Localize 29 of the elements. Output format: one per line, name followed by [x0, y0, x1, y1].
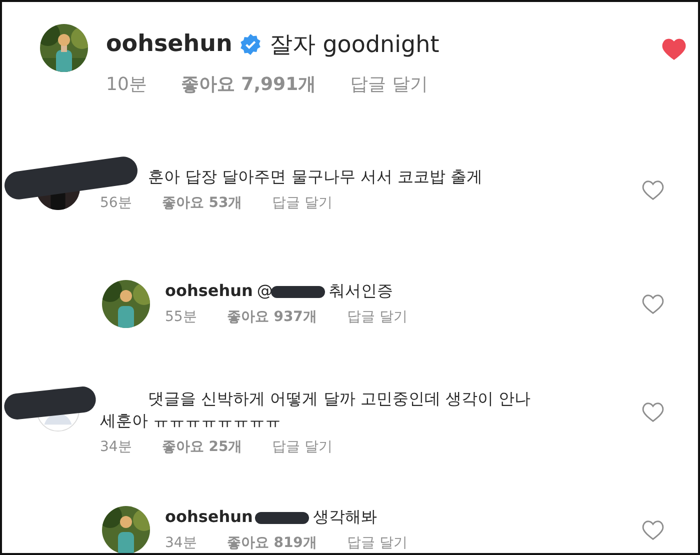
reply-link[interactable]: 답글 달기	[272, 194, 333, 212]
comment-text: 생각해봐	[312, 507, 377, 526]
time-label: 55분	[165, 308, 197, 326]
likes-count[interactable]: 좋아요 53개	[162, 194, 242, 212]
likes-count[interactable]: 좋아요 25개	[162, 438, 242, 456]
comment-text: 댓글을 신박하게 어떻게 달까 고민중인데 생각이 안나 세훈아 ㅠㅠㅠㅠㅠㅠㅠㅠ	[100, 389, 531, 430]
reply-link[interactable]: 답글 달기	[350, 72, 428, 96]
likes-count[interactable]: 좋아요 819개	[226, 534, 317, 552]
time-label: 10분	[106, 73, 147, 96]
heart-icon[interactable]	[642, 294, 664, 314]
heart-filled-icon[interactable]	[662, 38, 686, 60]
likes-count[interactable]: 좋아요 7,991개	[180, 72, 316, 96]
heart-icon[interactable]	[642, 402, 664, 422]
reply-link[interactable]: 답글 달기	[346, 534, 408, 552]
username[interactable]: oohsehun	[106, 31, 232, 57]
heart-icon[interactable]	[642, 180, 664, 200]
comment-text: 훈아 답장 달아주면 물구나무 서서 코코밥 출게	[148, 167, 483, 186]
time-label: 34분	[165, 534, 197, 552]
time-label: 56분	[100, 194, 132, 212]
reply-link[interactable]: 답글 달기	[272, 438, 333, 456]
likes-count[interactable]: 좋아요 937개	[226, 308, 317, 326]
mention-link[interactable]: @	[256, 281, 273, 300]
reply-link[interactable]: 답글 달기	[346, 308, 408, 326]
username[interactable]: oohsehun	[165, 507, 253, 526]
heart-icon[interactable]	[642, 520, 664, 540]
username[interactable]: oohsehun	[165, 281, 253, 300]
time-label: 34분	[100, 438, 132, 456]
caption-text: 잘자 goodnight	[269, 30, 440, 60]
comment-text: 춰서인증	[328, 281, 393, 300]
